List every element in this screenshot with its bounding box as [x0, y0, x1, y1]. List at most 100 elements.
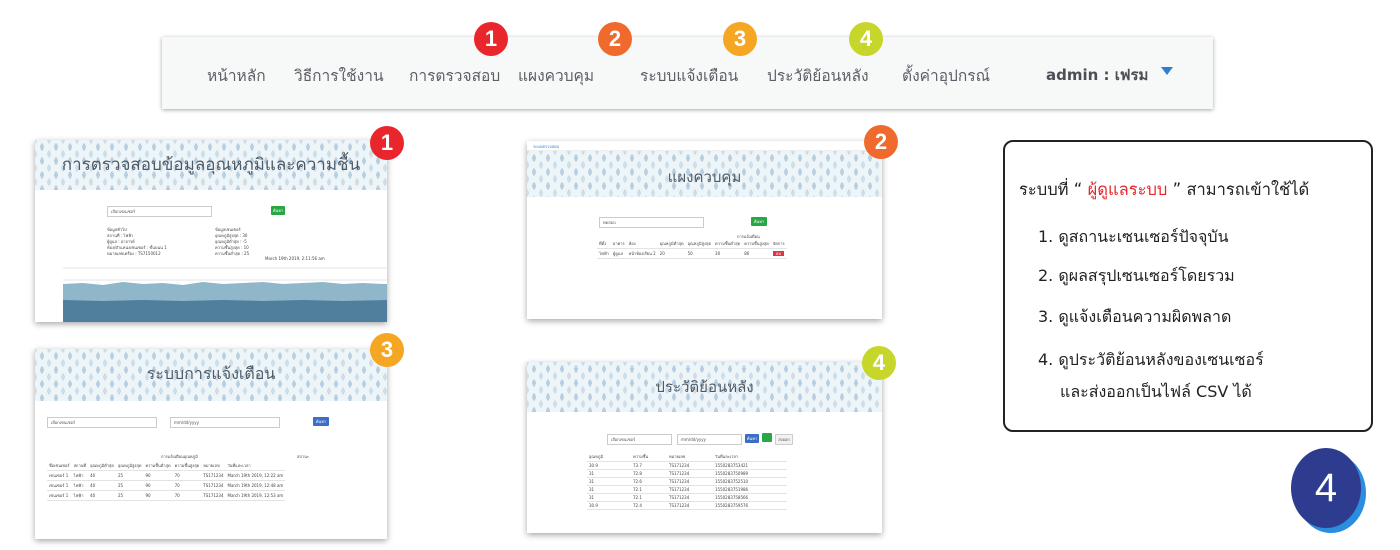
col-building: อาคาร — [610, 239, 627, 249]
dashboard-screenshot: ระบบตรวจสอบ แผงควบคุม ทดสอบ ค้นหา การแจ้… — [527, 141, 882, 319]
cell: 1550283752510 — [713, 477, 787, 486]
cell: TS171234 — [667, 501, 713, 510]
cell: TS171234 — [201, 480, 226, 491]
page-title: ประวัติย้อนหลัง — [655, 378, 754, 396]
col-hum-max: ความชื้นสูงสุด — [172, 461, 202, 471]
table-row: 31 72.1 TS171234 1550283758566 — [587, 493, 787, 502]
page-title: การตรวจสอบข้อมูลอุณหภูมิและความชื้น — [61, 155, 361, 175]
permission-item-4-cont: และส่งออกเป็นไฟล์ CSV ได้ — [1060, 382, 1252, 401]
nav-monitoring[interactable]: การตรวจสอบ — [409, 63, 500, 88]
cell: 50 — [685, 248, 714, 259]
col-temp-min: อุณหภูมิต่ำสุด — [88, 461, 116, 471]
cell: 1550283750989 — [713, 469, 787, 478]
cell: เซนเซอร์ 1 — [47, 470, 72, 481]
admin-permissions-box: ระบบที่ “ ผู้ดูแลระบบ ” สามารถเข้าใช้ได้… — [1003, 140, 1373, 432]
col-temperature: อุณหภูมิ — [587, 452, 631, 462]
status-group-header: สถานะ — [297, 454, 309, 459]
sensor-select[interactable]: เลือกเซนเซอร์ — [47, 417, 157, 428]
col-hum-min: ความชื้นต่ำสุด — [143, 461, 173, 471]
excel-icon[interactable] — [762, 433, 772, 442]
cell: ผู้ดูแล — [610, 248, 627, 259]
cell: 30.9 — [587, 501, 631, 510]
cell: ไฟฟ้า — [597, 248, 611, 259]
sensor-select[interactable]: ทดสอบ — [599, 217, 704, 228]
page-title: แผงควบคุม — [667, 168, 742, 186]
sensor-table: ที่ตั้ง อาคาร ห้อง อุณหภูมิต่ำสุด อุณหภู… — [597, 239, 787, 259]
nav-dashboard[interactable]: แผงควบคุม — [518, 63, 594, 88]
permission-item-2: 2. ดูผลสรุปเซนเซอร์โดยรวม — [1038, 266, 1235, 285]
step-badge-1: 1 — [474, 22, 508, 56]
cell: 40 — [88, 470, 116, 481]
cell: 70 — [172, 490, 202, 501]
cell: 70 — [172, 480, 202, 491]
table-row: เซนเซอร์ 1 ไฟฟ้า 40 25 90 70 TS171234 Ma… — [47, 490, 286, 501]
nav-history[interactable]: ประวัติย้อนหลัง — [767, 63, 869, 88]
col-location: สถานที่ — [71, 461, 89, 471]
history-screenshot: ประวัติย้อนหลัง เลือกเซนเซอร์ mm/dd/yyyy… — [527, 362, 882, 533]
cell: 31 — [587, 477, 631, 486]
info-device-id: หมายเลขเครื่อง : TS7150012 — [107, 251, 161, 256]
nav-how-to-use[interactable]: วิธีการใช้งาน — [294, 63, 384, 88]
cell: 31 — [587, 469, 631, 478]
cell: 72.8 — [631, 469, 667, 478]
brand-label: ระบบตรวจสอบ — [533, 144, 560, 149]
delete-button[interactable]: ลบ — [772, 251, 784, 256]
cell: 31 — [587, 493, 631, 502]
cell: 25 — [115, 470, 144, 481]
cell: 73.7 — [631, 461, 667, 470]
nav-home[interactable]: หน้าหลัก — [207, 63, 266, 88]
cell: ไฟฟ้า — [71, 470, 89, 481]
search-button[interactable]: ค้นหา — [271, 206, 285, 215]
export-button[interactable]: ส่งออก — [775, 434, 793, 445]
col-temp-min: อุณหภูมิต่ำสุด — [657, 239, 686, 249]
cell: 72.1 — [631, 485, 667, 494]
cell: TS171234 — [667, 461, 713, 470]
date-input[interactable]: mm/dd/yyyy — [677, 434, 742, 445]
role-name: ผู้ดูแลระบบ — [1087, 180, 1168, 199]
temperature-area — [63, 300, 387, 322]
cell: 1550283759576 — [713, 501, 787, 510]
cell: 90 — [143, 480, 173, 491]
cell: 72.6 — [631, 477, 667, 486]
cell: ไฟฟ้า — [71, 480, 89, 491]
permission-item-4: 4. ดูประวัติย้อนหลังของเซนเซอร์ — [1038, 350, 1264, 369]
col-humidity: ความชื้น — [631, 452, 667, 462]
step-badge-3: 3 — [723, 22, 757, 56]
cell: TS171234 — [201, 490, 226, 501]
search-button[interactable]: ค้นหา — [745, 434, 759, 443]
nav-device-settings[interactable]: ตั้งค่าอุปกรณ์ — [902, 63, 990, 88]
nav-alerts[interactable]: ระบบแจ้งเตือน — [640, 63, 738, 88]
date-input[interactable]: mm/dd/yyyy — [170, 417, 280, 428]
hero-banner: ระบบการแจ้งเตือน — [35, 349, 387, 401]
sensor-select[interactable]: เลือกเซนเซอร์ — [607, 434, 672, 445]
col-device: หมายเลข — [201, 461, 226, 471]
col-room: ห้อง — [626, 239, 658, 249]
cell: March 19th 2019, 12:53 am — [225, 490, 286, 501]
cell: เซนเซอร์ 1 — [47, 480, 72, 491]
step-badge-4: 4 — [849, 22, 883, 56]
cell: TS171234 — [667, 485, 713, 494]
cell: TS171234 — [667, 493, 713, 502]
cell: TS171234 — [201, 470, 226, 481]
history-table: อุณหภูมิ ความชื้น หมายเลข วันที่และเวลา … — [587, 452, 787, 510]
cell: 30.9 — [587, 461, 631, 470]
cell: ไฟฟ้า — [71, 490, 89, 501]
cell: 25 — [115, 490, 144, 501]
cell: 20 — [657, 248, 686, 259]
cell: 90 — [143, 470, 173, 481]
cell: 70 — [172, 470, 202, 481]
search-button[interactable]: ค้นหา — [751, 217, 767, 226]
permission-item-3: 3. ดูแจ้งเตือนความผิดพลาด — [1038, 307, 1232, 326]
chevron-down-icon[interactable] — [1161, 67, 1173, 75]
sensor-select[interactable]: เลือกเซนเซอร์ — [107, 206, 212, 217]
cell: 1550283751986 — [713, 485, 787, 494]
cell: TS171234 — [667, 469, 713, 478]
col-datetime: วันที่และเวลา — [713, 452, 787, 462]
user-menu[interactable]: admin : เฟรม — [1046, 63, 1148, 87]
step-badge-2: 2 — [598, 22, 632, 56]
cell: 31 — [587, 485, 631, 494]
search-button[interactable]: ค้นหา — [313, 417, 329, 426]
heading-prefix: ระบบที่ “ — [1019, 180, 1083, 199]
cell: TS171234 — [667, 477, 713, 486]
cell: เซนเซอร์ 1 — [47, 490, 72, 501]
